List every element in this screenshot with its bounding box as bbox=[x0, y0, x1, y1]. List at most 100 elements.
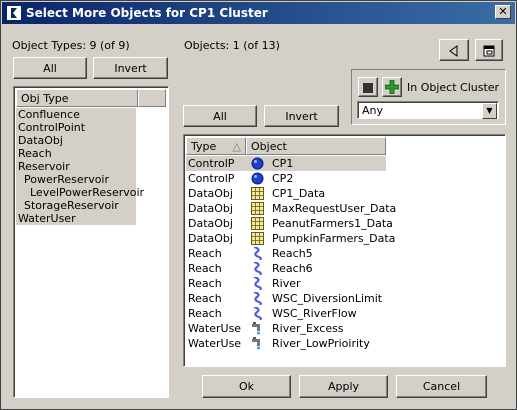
table-row[interactable]: Reach Reach5 bbox=[186, 245, 386, 261]
table-row[interactable]: DataObj PumpkinFarmers_Data bbox=[186, 231, 395, 246]
types-all-label: All bbox=[43, 61, 57, 75]
row-type: DataObj bbox=[188, 187, 233, 200]
object-types-list[interactable]: Obj Type Confluence ControlPoint DataObj Re… bbox=[13, 86, 169, 398]
cancel-label: Cancel bbox=[422, 380, 461, 393]
table-row[interactable]: ControlP CP2 bbox=[186, 171, 386, 186]
row-object-name: PumpkinFarmers_Data bbox=[272, 232, 396, 245]
types-invert-label: Invert bbox=[114, 61, 147, 75]
table-row[interactable]: Reach WSC_DiversionLimit bbox=[186, 290, 386, 306]
collapse-left-button[interactable] bbox=[439, 39, 469, 61]
window-title: Select More Objects for CP1 Cluster bbox=[26, 6, 268, 20]
obj-type-column-header[interactable]: Obj Type bbox=[16, 89, 138, 107]
row-type: Reach bbox=[188, 247, 222, 260]
type-header-label: Type bbox=[191, 140, 217, 153]
row-object-name: Reach5 bbox=[272, 247, 313, 260]
row-object-name: River_LowPrioirity bbox=[272, 337, 370, 350]
cancel-button[interactable]: Cancel bbox=[396, 375, 487, 398]
table-row[interactable]: Reach WSC_RiverFlow bbox=[186, 305, 386, 321]
cluster-filter-group: In Object Cluster Any ▼ bbox=[351, 69, 506, 125]
triangle-left-icon bbox=[449, 44, 458, 57]
table-row[interactable]: WaterUse River_Excess bbox=[186, 321, 386, 336]
water-user-icon bbox=[251, 322, 264, 335]
types-all-button[interactable]: All bbox=[13, 57, 87, 79]
reach-icon bbox=[251, 245, 264, 261]
row-type: Reach bbox=[188, 262, 222, 275]
control-point-icon bbox=[251, 172, 264, 185]
stop-button[interactable] bbox=[358, 77, 378, 97]
detach-window-button[interactable] bbox=[475, 39, 503, 61]
table-row[interactable]: WaterUse River_LowPrioirity bbox=[186, 336, 386, 351]
plus-icon bbox=[384, 79, 400, 95]
row-type: ControlP bbox=[188, 157, 235, 170]
row-object-name: CP1 bbox=[272, 157, 294, 170]
dialog-window: Select More Objects for CP1 Cluster ✕ Ob… bbox=[0, 0, 517, 410]
table-row[interactable]: DataObj CP1_Data bbox=[186, 186, 386, 201]
objects-all-button[interactable]: All bbox=[183, 105, 257, 127]
in-object-cluster-label: In Object Cluster bbox=[407, 81, 500, 94]
object-types-count: Object Types: 9 (of 9) bbox=[12, 39, 130, 52]
apply-label: Apply bbox=[327, 380, 360, 393]
type-column-header[interactable]: Type △ bbox=[186, 137, 246, 155]
water-user-icon bbox=[251, 337, 264, 350]
ok-button[interactable]: Ok bbox=[202, 375, 291, 398]
object-type-item[interactable]: Reservoir bbox=[16, 160, 136, 173]
data-object-icon bbox=[251, 217, 264, 230]
object-header-label: Object bbox=[251, 140, 287, 153]
chevron-down-icon[interactable]: ▼ bbox=[482, 103, 497, 119]
data-object-icon bbox=[251, 232, 264, 245]
data-object-icon bbox=[251, 187, 264, 200]
objects-count: Objects: 1 (of 13) bbox=[184, 39, 280, 52]
objects-table[interactable]: Type △ Object ControlP CP1 ControlP CP2 Data… bbox=[183, 134, 506, 367]
sort-ascending-icon: △ bbox=[232, 140, 241, 153]
data-object-icon bbox=[251, 202, 264, 215]
reach-icon bbox=[251, 305, 264, 321]
row-object-name: River_Excess bbox=[272, 322, 344, 335]
row-type: ControlP bbox=[188, 172, 235, 185]
object-type-item[interactable]: ControlPoint bbox=[16, 121, 136, 134]
ok-label: Ok bbox=[238, 380, 255, 393]
table-row[interactable]: DataObj MaxRequestUser_Data bbox=[186, 201, 396, 216]
object-type-item[interactable]: LevelPowerReservoir bbox=[16, 186, 144, 199]
row-type: Reach bbox=[188, 277, 222, 290]
row-object-name: CP1_Data bbox=[272, 187, 326, 200]
row-object-name: River bbox=[272, 277, 301, 290]
apply-button[interactable]: Apply bbox=[299, 375, 388, 398]
types-invert-button[interactable]: Invert bbox=[93, 57, 168, 79]
object-type-item[interactable]: PowerReservoir bbox=[16, 173, 136, 186]
stop-square-icon bbox=[363, 82, 373, 93]
table-row[interactable]: ControlP CP1 bbox=[186, 156, 386, 171]
add-button[interactable] bbox=[382, 77, 402, 97]
close-button[interactable]: ✕ bbox=[495, 5, 511, 19]
object-type-item[interactable]: StorageReservoir bbox=[16, 199, 136, 212]
row-object-name: PeanutFarmers1_Data bbox=[272, 217, 393, 230]
row-type: DataObj bbox=[188, 217, 233, 230]
object-column-header[interactable]: Object bbox=[246, 137, 386, 155]
row-type: DataObj bbox=[188, 232, 233, 245]
row-object-name: WSC_DiversionLimit bbox=[272, 292, 383, 305]
object-type-item[interactable]: DataObj bbox=[16, 134, 136, 147]
objects-all-label: All bbox=[213, 109, 227, 123]
object-type-item[interactable]: Reach bbox=[16, 147, 136, 160]
row-object-name: Reach6 bbox=[272, 262, 313, 275]
title-bar: Select More Objects for CP1 Cluster ✕ bbox=[2, 2, 515, 24]
window-icon bbox=[483, 45, 495, 56]
reach-icon bbox=[251, 290, 264, 306]
close-icon: ✕ bbox=[498, 5, 508, 18]
row-type: WaterUse bbox=[188, 337, 242, 350]
objects-invert-label: Invert bbox=[285, 109, 318, 123]
row-type: DataObj bbox=[188, 202, 233, 215]
obj-type-header-label: Obj Type bbox=[21, 92, 69, 105]
reach-icon bbox=[251, 275, 264, 291]
cluster-filter-value: Any bbox=[362, 104, 384, 117]
cluster-filter-select[interactable]: Any ▼ bbox=[357, 101, 499, 119]
reach-icon bbox=[251, 260, 264, 276]
object-type-item[interactable]: Confluence bbox=[16, 108, 136, 121]
table-row[interactable]: DataObj PeanutFarmers1_Data bbox=[186, 216, 393, 231]
row-type: WaterUse bbox=[188, 322, 242, 335]
row-object-name: WSC_RiverFlow bbox=[272, 307, 357, 320]
object-type-item[interactable]: WaterUser bbox=[16, 212, 136, 225]
objects-invert-button[interactable]: Invert bbox=[264, 105, 339, 127]
row-object-name: CP2 bbox=[272, 172, 294, 185]
table-row[interactable]: Reach Reach6 bbox=[186, 260, 386, 276]
table-row[interactable]: Reach River bbox=[186, 275, 386, 291]
